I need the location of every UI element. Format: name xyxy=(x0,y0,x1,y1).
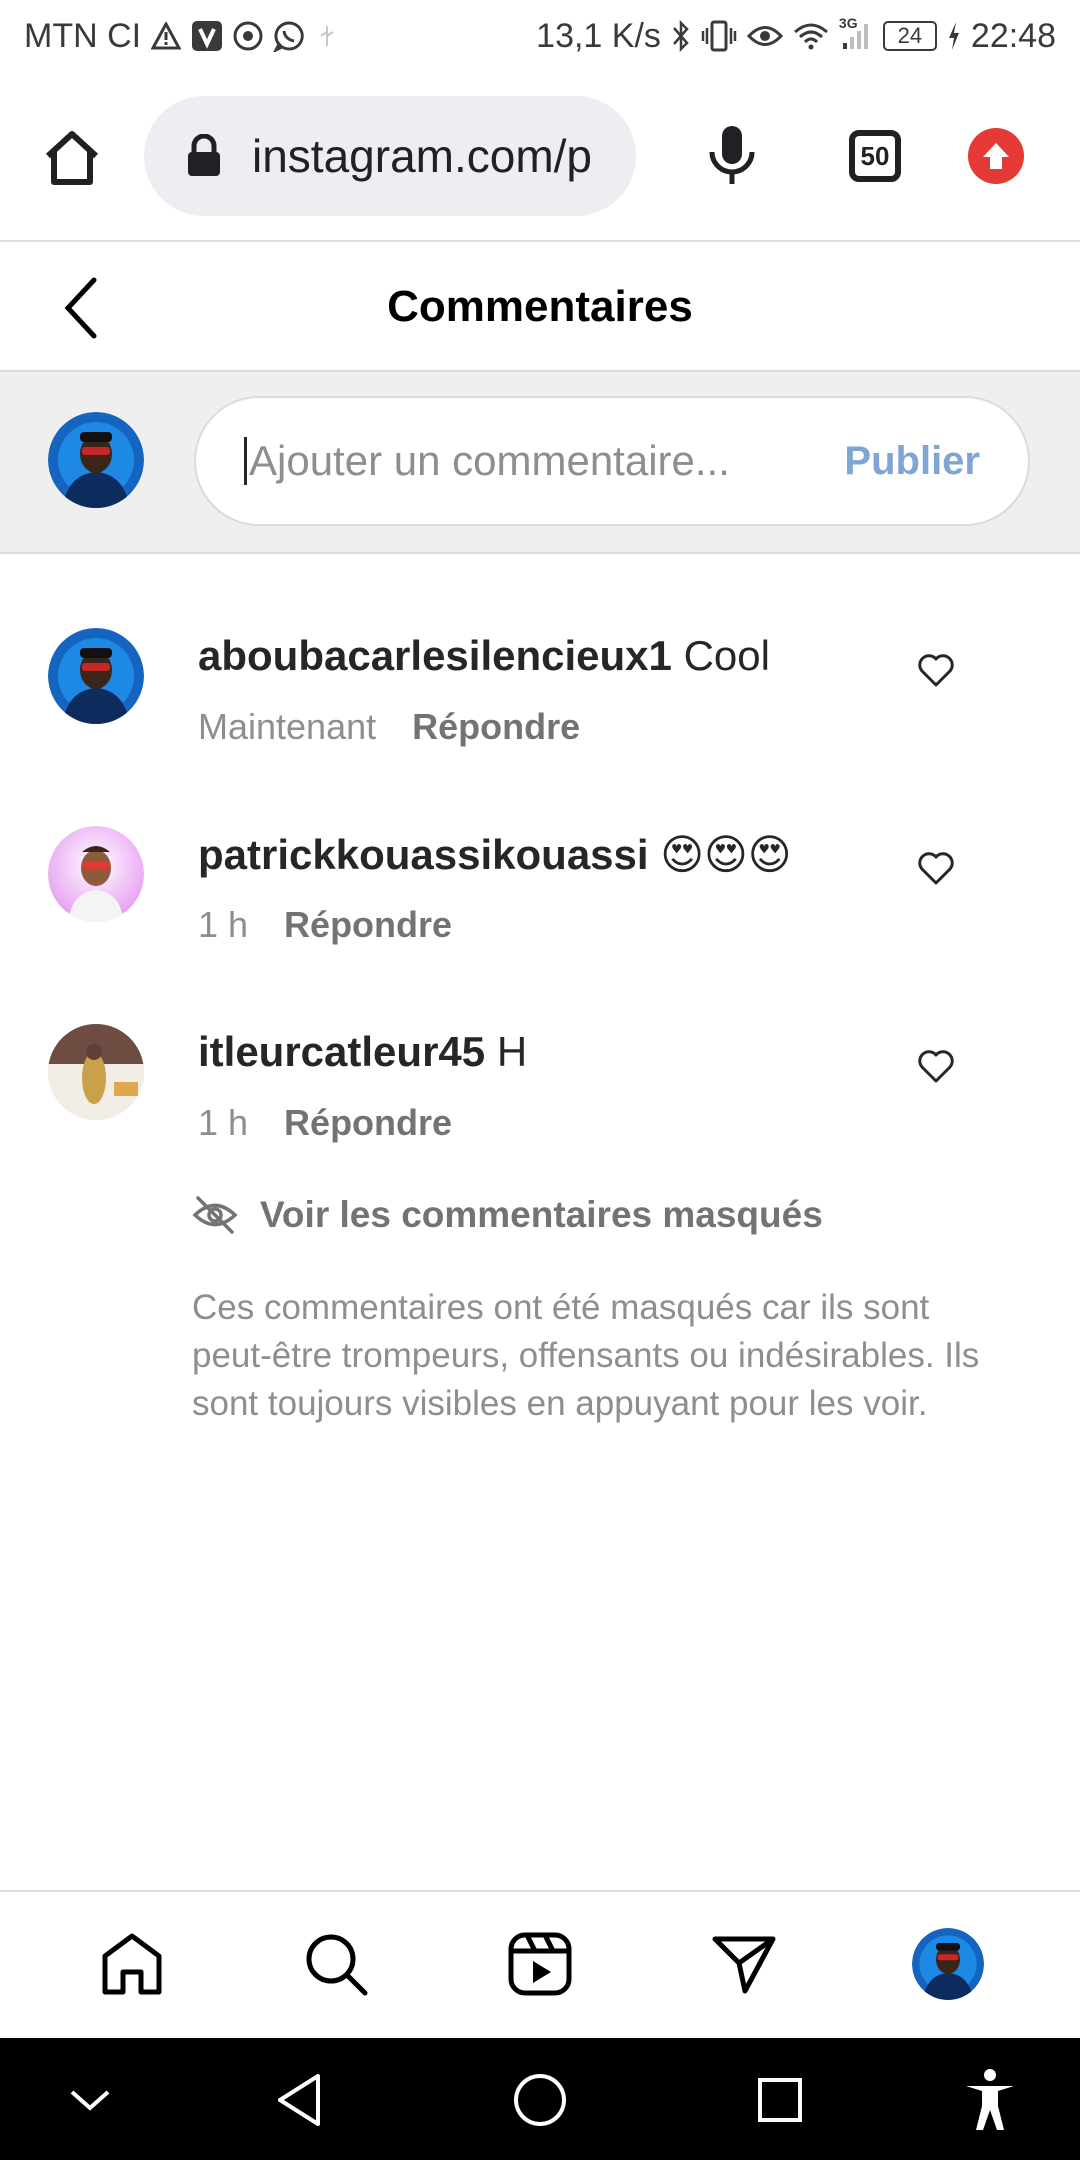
text-caret xyxy=(244,437,247,485)
comment-time: 1 h xyxy=(198,1102,249,1143)
direct-icon[interactable] xyxy=(708,1928,780,2000)
lock-icon xyxy=(184,133,224,178)
accessibility-icon[interactable] xyxy=(958,2068,1022,2132)
back-icon[interactable] xyxy=(268,2068,332,2132)
profile-avatar[interactable] xyxy=(912,1928,984,2000)
comment-time: 1 h xyxy=(198,904,249,945)
update-arrow-icon[interactable] xyxy=(968,128,1024,184)
reels-icon[interactable] xyxy=(504,1928,576,2000)
bottom-navigation xyxy=(0,1890,1080,2038)
page-title: Commentaires xyxy=(387,282,693,331)
comment-body: aboubacarlesilencieux1 Cool xyxy=(198,632,770,680)
comment-input-container[interactable]: Publier xyxy=(194,396,1030,526)
comment-username[interactable]: aboubacarlesilencieux1 xyxy=(198,632,672,679)
comment-input[interactable] xyxy=(249,437,845,485)
heart-icon[interactable] xyxy=(916,848,956,888)
comment-body: itleurcatleur45 H xyxy=(198,1028,527,1076)
comment-text: 😍😍😍 xyxy=(660,831,792,878)
comment-item: itleurcatleur45 H 1 h Répondre xyxy=(0,1020,1080,1190)
comment-time: Maintenant xyxy=(198,706,377,747)
browser-home-icon[interactable] xyxy=(40,126,104,190)
whatsapp-icon xyxy=(273,20,305,52)
network-type: 3G xyxy=(838,15,858,31)
publish-button[interactable]: Publier xyxy=(844,439,980,484)
browser-toolbar: instagram.com/p 50 xyxy=(0,72,1080,242)
url-text: instagram.com/p xyxy=(252,130,593,182)
chrome-icon xyxy=(233,21,263,51)
comment-text: Cool xyxy=(683,632,770,679)
avatar[interactable] xyxy=(48,1024,144,1120)
microphone-icon[interactable] xyxy=(706,124,758,190)
signal-icon: 3G xyxy=(839,15,873,51)
battery-indicator: 24 xyxy=(882,21,937,51)
system-navigation-bar xyxy=(0,2038,1080,2160)
search-icon[interactable] xyxy=(300,1928,372,2000)
heart-icon[interactable] xyxy=(916,1046,956,1086)
comment-item: patrickkouassikouassi 😍😍😍 1 h Répondre xyxy=(0,822,1080,992)
comment-composer: Publier xyxy=(0,372,1080,554)
avatar[interactable] xyxy=(48,628,144,724)
comment-meta: 1 h Répondre xyxy=(198,1102,452,1144)
url-bar[interactable]: instagram.com/p xyxy=(144,96,636,216)
network-speed: 13,1 K/s xyxy=(536,16,661,55)
comment-meta: Maintenant Répondre xyxy=(198,706,580,748)
eye-icon xyxy=(746,23,783,49)
comment-meta: 1 h Répondre xyxy=(198,904,452,946)
bluetooth-icon xyxy=(671,19,691,53)
comment-body: patrickkouassikouassi 😍😍😍 xyxy=(198,830,792,879)
clock: 22:48 xyxy=(970,16,1056,55)
comment-username[interactable]: itleurcatleur45 xyxy=(198,1028,485,1075)
carrier-label: MTN CI xyxy=(24,16,142,55)
home-icon[interactable] xyxy=(96,1928,168,2000)
comment-text: H xyxy=(496,1028,528,1075)
avatar[interactable] xyxy=(48,826,144,922)
home-circle-icon[interactable] xyxy=(508,2068,572,2132)
reply-button[interactable]: Répondre xyxy=(412,706,580,748)
reply-button[interactable]: Répondre xyxy=(284,1102,452,1144)
comments-header: Commentaires xyxy=(0,244,1080,372)
recents-icon[interactable] xyxy=(748,2068,812,2132)
collapse-icon[interactable] xyxy=(58,2068,122,2132)
warning-icon xyxy=(151,22,182,50)
vibrate-icon xyxy=(701,20,737,52)
comment-item: aboubacarlesilencieux1 Cool Maintenant R… xyxy=(0,624,1080,794)
v-app-icon xyxy=(191,20,223,52)
comment-username[interactable]: patrickkouassikouassi xyxy=(198,831,649,878)
view-hidden-comments-button[interactable]: Voir les commentaires masqués xyxy=(192,1192,823,1238)
eye-off-icon xyxy=(192,1192,238,1238)
charging-icon xyxy=(947,21,961,51)
avatar xyxy=(48,412,144,508)
usb-icon xyxy=(315,24,339,48)
heart-icon[interactable] xyxy=(916,650,956,690)
reply-button[interactable]: Répondre xyxy=(284,904,452,946)
avatar xyxy=(912,1928,984,2000)
hidden-comments-note: Ces commentaires ont été masqués car ils… xyxy=(192,1288,980,1423)
status-bar: MTN CI 13,1 K/s 3G 24 22:48 xyxy=(0,0,1080,72)
tab-switcher-button[interactable]: 50 xyxy=(849,130,901,182)
wifi-icon xyxy=(793,22,829,50)
view-hidden-comments-label: Voir les commentaires masqués xyxy=(260,1194,823,1235)
